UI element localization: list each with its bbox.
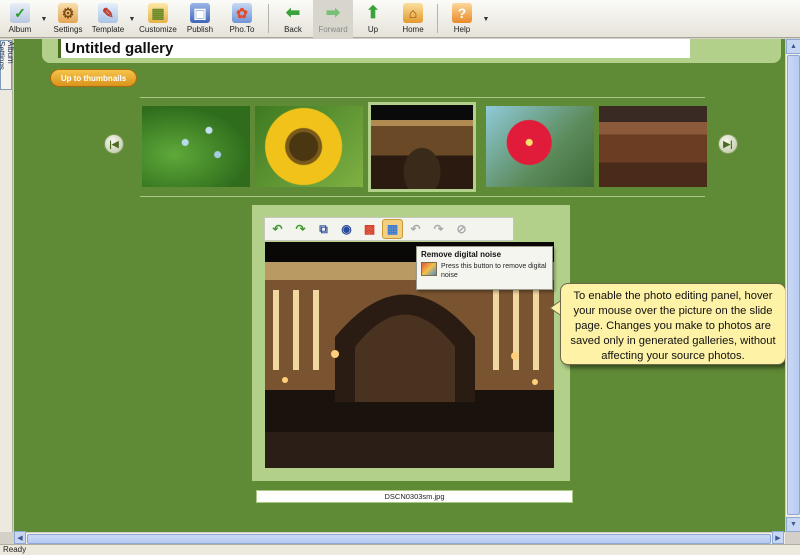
redo-icon: ↷ — [433, 222, 444, 236]
help-dropdown-arrow[interactable]: ▼ — [482, 0, 490, 38]
thumbnail-sunflower[interactable] — [255, 106, 363, 187]
remove-noise-button[interactable]: ▦ — [382, 219, 403, 239]
scroll-down-icon: ▼ — [790, 521, 797, 528]
auto-levels-button[interactable]: ▩ — [359, 219, 380, 239]
forward-button[interactable]: ➡ Forward — [313, 0, 353, 38]
template-button[interactable]: ✎ Template — [88, 0, 128, 38]
album-settings-tab[interactable]: Album Settings — [0, 40, 15, 90]
rotate-left-icon: ↶ — [272, 222, 283, 236]
status-bar: Ready — [0, 544, 800, 555]
album-dropdown-arrow[interactable]: ▼ — [40, 0, 48, 38]
scroll-left-icon: ◀ — [17, 534, 23, 542]
back-button[interactable]: ⬅ Back — [273, 0, 313, 38]
help-icon: ? — [452, 3, 472, 23]
horizontal-scrollbar[interactable]: ◀ ▶ — [14, 531, 785, 544]
sunflower-image — [255, 106, 363, 187]
scroll-down-button[interactable]: ▼ — [786, 517, 800, 532]
reset-icon: ⊘ — [456, 222, 467, 236]
rotate-right-icon: ↷ — [295, 222, 306, 236]
arch-building-thumb-image — [371, 105, 473, 189]
toolbar-separator — [437, 4, 438, 33]
up-arrow-icon: ⬆ — [365, 3, 381, 22]
customize-button[interactable]: ▦ Customize — [136, 0, 180, 38]
thumbnail-hibiscus[interactable] — [486, 106, 594, 187]
toolbar-separator — [268, 4, 269, 33]
thumbnail-arch-building[interactable] — [368, 102, 476, 192]
undo-icon: ↶ — [410, 222, 421, 236]
up-button[interactable]: ⬆ Up — [353, 0, 393, 38]
slide-filename: DSCN0303sm.jpg — [256, 490, 573, 503]
publish-button[interactable]: ▣ Publish — [180, 0, 220, 38]
side-panel-strip — [0, 39, 13, 532]
next-icon: ▶| — [723, 138, 733, 149]
divider-top — [140, 97, 705, 98]
help-button[interactable]: ? Help — [442, 0, 482, 38]
red-eye-icon: ◉ — [341, 222, 352, 236]
remove-noise-icon — [421, 262, 437, 276]
horizontal-scroll-thumb[interactable] — [27, 534, 771, 544]
up-to-thumbnails-button[interactable]: Up to thumbnails — [50, 69, 137, 87]
main-toolbar: ✓ Album ▼ ⚙ Settings ✎ Template ▼ ▦ Cust… — [0, 0, 800, 38]
rotate-left-button[interactable]: ↶ — [267, 219, 288, 239]
forward-arrow-icon: ➡ — [325, 3, 341, 22]
scroll-up-button[interactable]: ▲ — [786, 39, 800, 54]
settings-button[interactable]: ⚙ Settings — [48, 0, 88, 38]
template-dropdown-arrow[interactable]: ▼ — [128, 0, 136, 38]
red-eye-button[interactable]: ◉ — [336, 219, 357, 239]
leaves-flowers-image — [142, 106, 250, 187]
settings-icon: ⚙ — [58, 3, 78, 23]
home-button[interactable]: ⌂ Home — [393, 0, 433, 38]
undo-button[interactable]: ↶ — [405, 219, 426, 239]
scroll-up-icon: ▲ — [790, 43, 797, 50]
tooltip-text: Press this button to remove digital nois… — [441, 263, 547, 279]
scroll-right-icon: ▶ — [775, 534, 781, 542]
publish-icon: ▣ — [190, 3, 210, 23]
album-icon: ✓ — [10, 3, 30, 23]
tooltip-title: Remove digital noise — [421, 250, 502, 259]
album-button[interactable]: ✓ Album — [0, 0, 40, 38]
customize-icon: ▦ — [148, 3, 168, 23]
scroll-right-button[interactable]: ▶ — [772, 531, 784, 544]
reset-button[interactable]: ⊘ — [451, 219, 472, 239]
vertical-scroll-thumb[interactable] — [787, 55, 800, 515]
remove-noise-icon: ▦ — [386, 222, 399, 236]
resize-button[interactable]: ⧉ — [313, 219, 334, 239]
next-thumbnail-button[interactable]: ▶| — [718, 134, 738, 154]
divider-bottom — [140, 196, 705, 197]
back-arrow-icon: ⬅ — [285, 3, 301, 22]
vertical-scrollbar[interactable]: ▲ ▼ — [785, 39, 800, 532]
phoTo-button[interactable]: ✿ Pho.To — [220, 0, 264, 38]
thumbnail-colosseum[interactable] — [599, 106, 707, 187]
thumbnail-leaves[interactable] — [142, 106, 250, 187]
auto-levels-icon: ▩ — [363, 222, 376, 236]
rotate-right-button[interactable]: ↷ — [290, 219, 311, 239]
thumbnail-strip — [142, 102, 707, 192]
scroll-left-button[interactable]: ◀ — [14, 531, 26, 544]
gallery-title[interactable]: Untitled gallery — [58, 39, 690, 58]
resize-icon: ⧉ — [319, 221, 328, 236]
previous-thumbnail-button[interactable]: |◀ — [104, 134, 124, 154]
remove-noise-tooltip: Remove digital noise Press this button t… — [416, 246, 553, 290]
previous-icon: |◀ — [109, 138, 119, 149]
home-icon: ⌂ — [403, 3, 423, 23]
template-icon: ✎ — [98, 3, 118, 23]
help-callout: To enable the photo editing panel, hover… — [560, 283, 786, 365]
photo-edit-toolbar: ↶ ↷ ⧉ ◉ ▩ ▦ ↶ ↷ ⊘ — [264, 217, 514, 241]
pho-to-icon: ✿ — [232, 3, 252, 23]
colosseum-image — [599, 106, 707, 187]
hibiscus-image — [486, 106, 594, 187]
redo-button[interactable]: ↷ — [428, 219, 449, 239]
